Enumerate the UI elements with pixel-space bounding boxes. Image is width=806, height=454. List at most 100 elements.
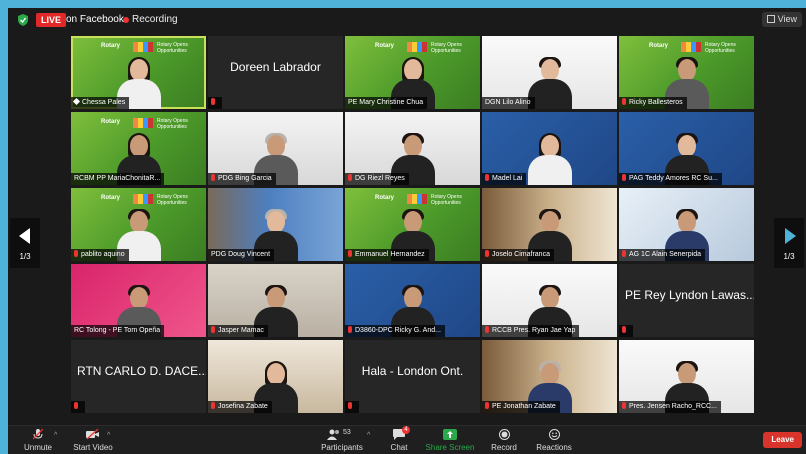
microphone-muted-icon — [33, 429, 43, 440]
video-tile[interactable]: Madel Lai — [482, 112, 617, 185]
rotary-wordmark: Rotary — [101, 195, 121, 201]
leave-button[interactable]: Leave — [763, 432, 802, 448]
participant-name-label: Joselo Cimafranca — [482, 249, 554, 261]
participant-video — [527, 133, 572, 185]
view-label: View — [777, 14, 797, 24]
participant-name-label: PE Mary Christine Chua — [345, 97, 428, 109]
rotary-tagline: Rotary Opens Opportunities — [705, 42, 736, 54]
participant-name-display: Hala - London Ont. — [361, 363, 464, 378]
video-tile[interactable]: Rotary Rotary Opens Opportunities Emmanu… — [345, 188, 480, 261]
video-tile[interactable]: PE Jonathan Zabate — [482, 340, 617, 413]
start-video-button[interactable]: Start Video — [68, 429, 118, 452]
previous-page-button[interactable]: 1/3 — [10, 218, 40, 268]
virtual-background-banner: Rotary Rotary Opens Opportunities — [345, 40, 480, 56]
chat-icon: 4 — [393, 426, 410, 440]
participant-name-label: Madel Lai — [482, 173, 527, 185]
participants-button[interactable]: 53 Participants — [320, 429, 364, 452]
participant-name-label: PE Jonathan Zabate — [482, 401, 560, 413]
security-shield-icon[interactable] — [18, 14, 28, 26]
video-tile[interactable]: PE Rey Lyndon Lawas... — [619, 264, 754, 337]
share-screen-button[interactable]: Share Screen — [425, 429, 475, 452]
participant-name-label: RC Tolong - PE Tom Opeña — [71, 325, 165, 337]
video-tile[interactable]: Rotary Rotary Opens Opportunities PE Mar… — [345, 36, 480, 109]
participants-icon: 53 — [327, 429, 357, 440]
rotary-tagline: Rotary Opens Opportunities — [157, 42, 188, 54]
rotary-wordmark: Rotary — [375, 43, 395, 49]
participants-options-caret-icon[interactable]: ^ — [367, 432, 370, 439]
video-tile[interactable]: Josefina Zabate — [208, 340, 343, 413]
video-tile[interactable]: Hala - London Ont. — [345, 340, 480, 413]
reactions-button[interactable]: Reactions — [534, 429, 574, 452]
rotary-color-bars — [133, 194, 153, 204]
video-tile[interactable]: Pres. Jensen Racho_RCC... — [619, 340, 754, 413]
rotary-color-bars — [407, 194, 427, 204]
view-grid-icon — [766, 15, 775, 23]
video-tile[interactable]: Rotary Rotary Opens Opportunities RCBM P… — [71, 112, 206, 185]
rotary-tagline: Rotary Opens Opportunities — [431, 42, 462, 54]
participants-count: 53 — [343, 429, 351, 436]
virtual-background-banner: Rotary Rotary Opens Opportunities — [619, 40, 754, 56]
camera-off-icon — [86, 429, 99, 440]
record-button[interactable]: Record — [486, 429, 522, 452]
mic-muted-icon — [485, 402, 489, 409]
participant-name-label — [71, 401, 85, 413]
mic-muted-icon — [485, 326, 489, 333]
next-page-button[interactable]: 1/3 — [774, 218, 804, 268]
chat-unread-badge: 4 — [402, 426, 410, 434]
video-tile[interactable]: Doreen Labrador — [208, 36, 343, 109]
unmute-label: Unmute — [23, 443, 52, 452]
participants-label: Participants — [321, 443, 363, 452]
video-tile[interactable]: D3860-DPC Ricky G. And... — [345, 264, 480, 337]
rotary-color-bars — [407, 42, 427, 52]
rotary-wordmark: Rotary — [649, 43, 669, 49]
participant-name-label: RCCB Pres. Ryan Jae Yap — [482, 325, 580, 337]
video-tile[interactable]: Jasper Mamac — [208, 264, 343, 337]
chevron-right-icon — [785, 228, 796, 244]
rotary-wordmark: Rotary — [101, 119, 121, 125]
share-screen-label: Share Screen — [425, 443, 475, 452]
video-tile[interactable]: PDG Doug Vincent — [208, 188, 343, 261]
virtual-background-banner: Rotary Rotary Opens Opportunities — [345, 192, 480, 208]
participant-name-display: PE Rey Lyndon Lawas... — [625, 287, 754, 302]
mic-muted-icon — [211, 402, 215, 409]
participant-name-label: pablito aquino — [71, 249, 129, 261]
virtual-background-banner: Rotary Rotary Opens Opportunities — [71, 40, 206, 56]
participant-name-label: Chessa Pales — [71, 97, 130, 109]
participant-name-display: RTN CARLO D. DACE... — [77, 363, 206, 378]
unmute-button[interactable]: Unmute — [18, 429, 58, 452]
mic-muted-icon — [622, 402, 626, 409]
video-tile[interactable]: Joselo Cimafranca — [482, 188, 617, 261]
video-tile[interactable]: RTN CARLO D. DACE... — [71, 340, 206, 413]
virtual-background-banner: Rotary Rotary Opens Opportunities — [71, 192, 206, 208]
video-tile[interactable]: DGN Lilo Alino — [482, 36, 617, 109]
video-tile[interactable]: RCCB Pres. Ryan Jae Yap — [482, 264, 617, 337]
meeting-topbar: LIVE on Facebook Recording View — [8, 8, 806, 32]
page-indicator-left: 1/3 — [19, 252, 31, 261]
rotary-color-bars — [133, 118, 153, 128]
video-tile[interactable]: AG 1C Alain Senerpida — [619, 188, 754, 261]
mic-muted-icon — [622, 98, 626, 105]
mic-muted-icon — [348, 250, 352, 257]
mic-muted-icon — [74, 402, 78, 409]
mic-muted-icon — [348, 174, 352, 181]
video-tile[interactable]: PDG Bing Garcia — [208, 112, 343, 185]
video-tile[interactable]: RC Tolong - PE Tom Opeña — [71, 264, 206, 337]
mic-muted-icon — [348, 326, 352, 333]
video-tile[interactable]: Rotary Rotary Opens Opportunities Ricky … — [619, 36, 754, 109]
participant-name-label: Jasper Mamac — [208, 325, 268, 337]
video-tile[interactable]: Rotary Rotary Opens Opportunities Chessa… — [71, 36, 206, 109]
view-button[interactable]: View — [761, 12, 802, 27]
audio-options-caret-icon[interactable]: ^ — [54, 432, 57, 439]
rotary-wordmark: Rotary — [101, 43, 121, 49]
mic-muted-icon — [622, 250, 626, 257]
video-options-caret-icon[interactable]: ^ — [107, 432, 110, 439]
chat-button[interactable]: 4 Chat — [384, 426, 414, 452]
video-tile[interactable]: DG Riezl Reyes — [345, 112, 480, 185]
reactions-smiley-icon — [548, 429, 560, 440]
mic-muted-icon — [211, 98, 215, 105]
participant-name-label: Pres. Jensen Racho_RCC... — [619, 401, 721, 413]
video-tile[interactable]: Rotary Rotary Opens Opportunities pablit… — [71, 188, 206, 261]
rotary-tagline: Rotary Opens Opportunities — [157, 194, 188, 206]
live-badge[interactable]: LIVE — [36, 13, 67, 27]
video-tile[interactable]: PAG Teddy Amores RC Su... — [619, 112, 754, 185]
